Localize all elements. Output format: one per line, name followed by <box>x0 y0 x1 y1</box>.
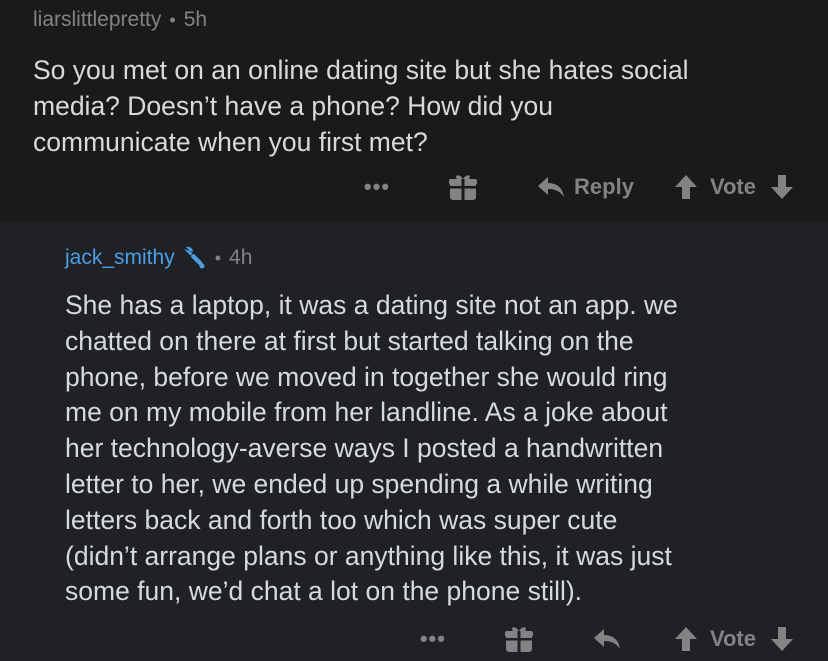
parent-comment-body: So you met on an online dating site but … <box>33 55 689 157</box>
reply-button[interactable]: Reply <box>536 174 634 200</box>
upvote-button[interactable] <box>674 626 698 652</box>
more-options-button[interactable]: ••• <box>364 174 390 200</box>
reply-label: Reply <box>574 174 634 199</box>
downvote-arrow-icon <box>771 627 793 651</box>
meta-separator: • <box>169 9 176 30</box>
mod-wrench-icon <box>181 246 207 270</box>
parent-username[interactable]: liarslittlepretty <box>33 8 161 32</box>
meta-separator: • <box>214 247 222 268</box>
parent-comment-actions: ••• Reply Vote <box>364 172 794 202</box>
parent-comment-meta: liarslittlepretty • 5h <box>33 8 207 32</box>
vote-label: Vote <box>709 626 756 651</box>
reply-comment: jack_smithy • 4h She has a laptop, it wa… <box>0 222 828 661</box>
upvote-button[interactable] <box>674 174 698 200</box>
more-options-button[interactable]: ••• <box>420 626 446 652</box>
downvote-button[interactable] <box>770 174 794 200</box>
downvote-arrow-icon <box>771 175 793 199</box>
reply-arrow-icon <box>538 177 565 197</box>
gift-icon[interactable] <box>448 172 478 202</box>
reply-comment-body: She has a laptop, it was a dating site n… <box>65 290 678 607</box>
reply-comment-actions: ••• Vote <box>420 624 794 654</box>
parent-timestamp: 5h <box>183 8 208 31</box>
reply-comment-meta: jack_smithy • 4h <box>65 246 252 270</box>
gift-icon[interactable] <box>504 624 534 654</box>
vote-label: Vote <box>709 174 756 199</box>
reply-button[interactable] <box>592 627 630 651</box>
reply-timestamp: 4h <box>229 246 253 269</box>
downvote-button[interactable] <box>770 626 794 652</box>
reply-arrow-icon <box>593 629 620 649</box>
upvote-arrow-icon <box>674 175 697 199</box>
parent-comment: liarslittlepretty • 5h So you met on an … <box>0 0 828 222</box>
upvote-arrow-icon <box>674 627 697 651</box>
reply-username[interactable]: jack_smithy <box>65 246 175 270</box>
